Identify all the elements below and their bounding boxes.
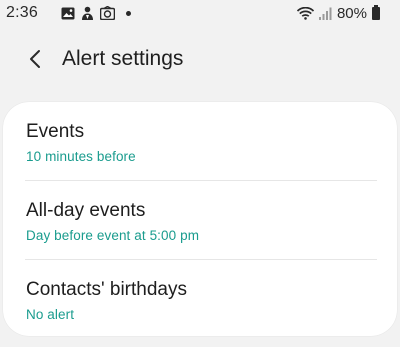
signal-icon bbox=[318, 7, 332, 20]
setting-contacts-birthdays[interactable]: Contacts' birthdays No alert bbox=[3, 260, 397, 338]
system-status: 80% bbox=[296, 4, 380, 22]
setting-all-day-events[interactable]: All-day events Day before event at 5:00 … bbox=[3, 181, 397, 259]
setting-value: No alert bbox=[26, 307, 75, 322]
notification-icons bbox=[60, 5, 131, 21]
setting-value: Day before event at 5:00 pm bbox=[26, 228, 200, 243]
email-icon bbox=[100, 6, 115, 21]
setting-value: 10 minutes before bbox=[26, 149, 136, 164]
person-notification-icon bbox=[80, 6, 95, 21]
chevron-left-icon bbox=[30, 50, 40, 68]
setting-title: Contacts' birthdays bbox=[26, 279, 187, 300]
battery-icon bbox=[372, 4, 380, 20]
back-button[interactable] bbox=[22, 46, 48, 72]
setting-events[interactable]: Events 10 minutes before bbox=[3, 102, 397, 180]
alert-settings-card: Events 10 minutes before All-day events … bbox=[3, 102, 397, 336]
image-icon bbox=[60, 6, 75, 21]
battery-percent: 80% bbox=[336, 4, 367, 22]
status-bar: 2:36 80% bbox=[0, 0, 400, 26]
wifi-icon bbox=[296, 6, 314, 20]
status-time: 2:36 bbox=[6, 4, 38, 21]
header: Alert settings bbox=[0, 40, 400, 80]
setting-title: All-day events bbox=[26, 200, 146, 221]
page-title: Alert settings bbox=[62, 47, 184, 70]
setting-title: Events bbox=[26, 121, 85, 142]
more-dot-icon bbox=[126, 10, 131, 16]
